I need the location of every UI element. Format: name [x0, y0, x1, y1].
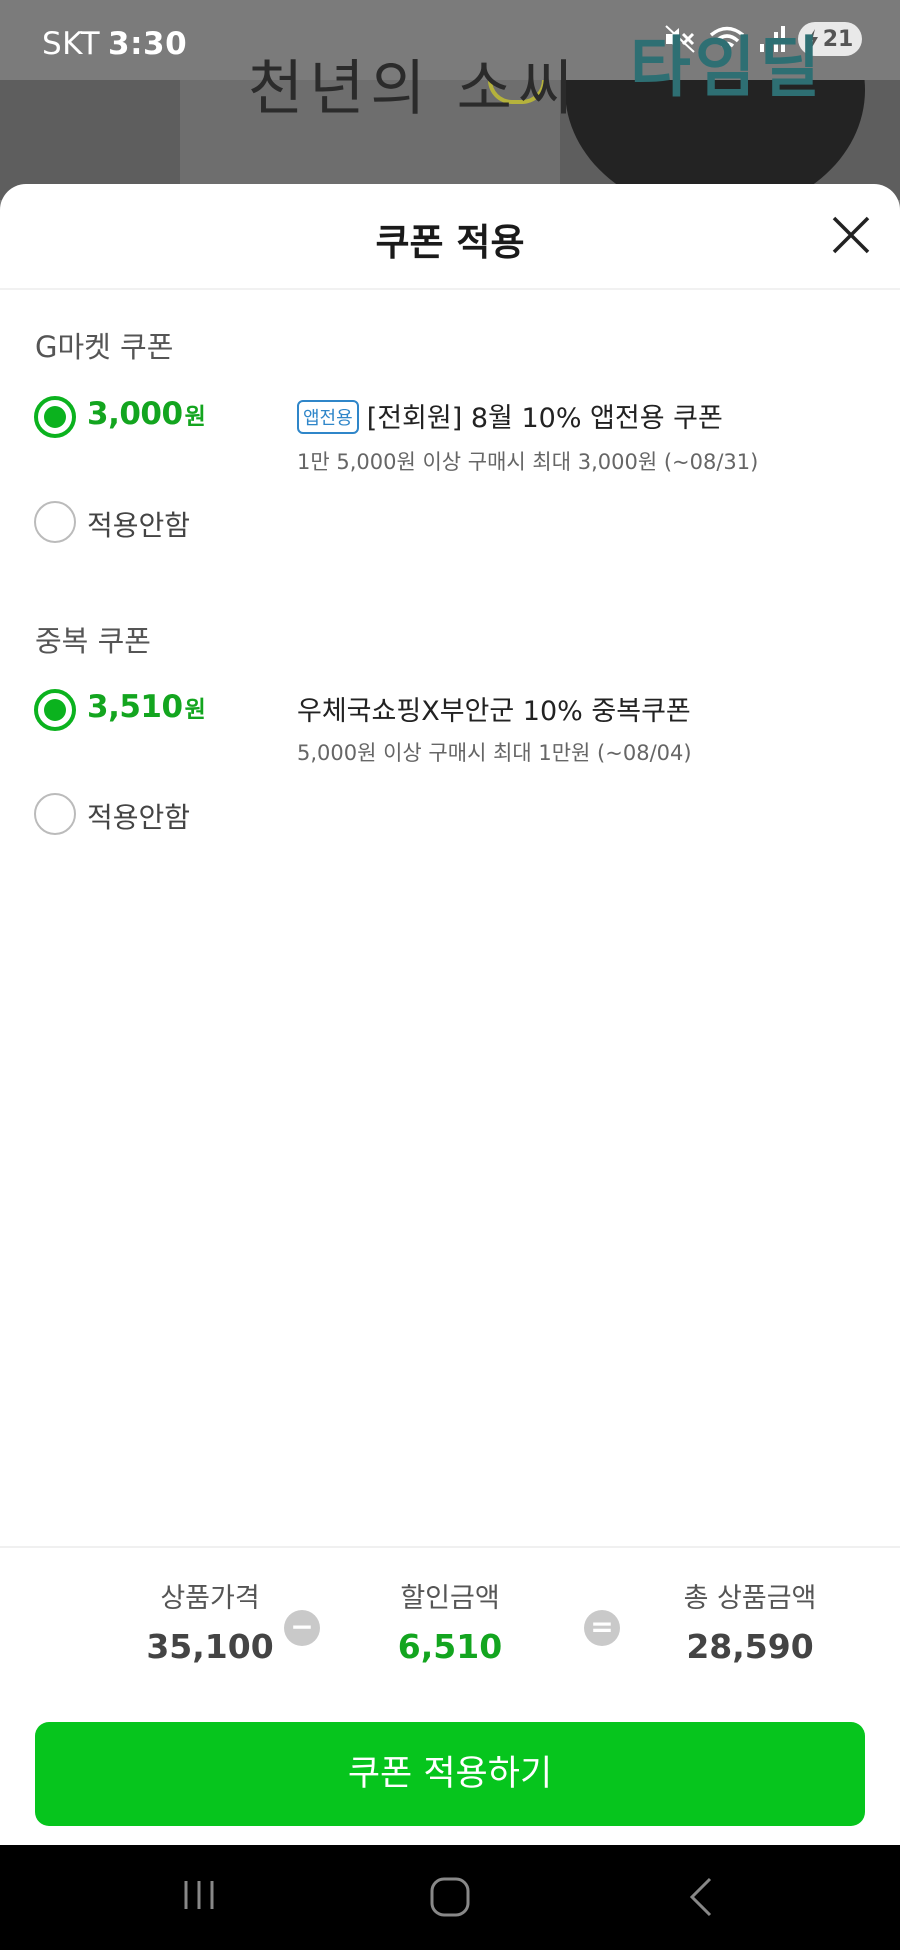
gmarket-coupon-radio-none[interactable]: [34, 501, 76, 543]
status-carrier: SKT 3:30: [42, 26, 187, 62]
summary-total: 총 상품금액 28,590: [630, 1576, 870, 1666]
background-timedeal-text: 타임딜: [630, 29, 825, 106]
close-icon: [832, 216, 870, 254]
duplicate-coupon-none-label[interactable]: 적용안함: [87, 796, 190, 836]
gmarket-coupon-section-title: G마켓 쿠폰: [35, 330, 174, 364]
minus-icon: −: [284, 1610, 320, 1646]
home-icon: [430, 1877, 470, 1917]
battery-level: 21: [822, 26, 854, 52]
gmarket-coupon-name: [전회원] 8월 10% 앱전용 쿠폰: [366, 403, 723, 434]
recent-apps-icon: [184, 1881, 214, 1909]
app-only-badge: 앱전용: [297, 400, 359, 434]
back-button[interactable]: [686, 1875, 716, 1923]
duplicate-coupon-title: 우체국쇼핑X부안군 10% 중복쿠폰: [297, 696, 691, 727]
gmarket-coupon-radio-selected[interactable]: [34, 396, 76, 438]
duplicate-coupon-amount[interactable]: 3,510원: [87, 689, 206, 725]
gmarket-coupon-amount-value: 3,000: [87, 396, 183, 432]
gmarket-coupon-none-label[interactable]: 적용안함: [87, 504, 190, 544]
duplicate-coupon-radio-none[interactable]: [34, 793, 76, 835]
discount-value: 6,510: [397, 1627, 503, 1666]
sheet-title: 쿠폰 적용: [375, 221, 525, 264]
total-value: 28,590: [686, 1627, 814, 1666]
back-icon: [689, 1877, 712, 1917]
duplicate-coupon-desc: 5,000원 이상 구매시 최대 1만원 (~08/04): [297, 741, 692, 765]
home-button[interactable]: [428, 1875, 472, 1923]
gmarket-coupon-title: 앱전용 [전회원] 8월 10% 앱전용 쿠폰: [297, 396, 723, 435]
discount-label: 할인금액: [400, 1583, 500, 1614]
equals-icon: =: [584, 1610, 620, 1646]
background-book-title: 천년의 소씨: [248, 54, 580, 124]
close-button[interactable]: [826, 210, 876, 260]
duplicate-coupon-section-title: 중복 쿠폰: [35, 624, 151, 658]
duplicate-coupon-amount-unit: 원: [184, 697, 206, 723]
summary-discount: 할인금액 6,510: [330, 1576, 570, 1666]
navigation-bar: [0, 1845, 900, 1950]
carrier-name: SKT: [42, 26, 101, 62]
total-label: 총 상품금액: [683, 1583, 817, 1614]
duplicate-coupon-amount-value: 3,510: [87, 689, 183, 725]
gmarket-coupon-desc: 1만 5,000원 이상 구매시 최대 3,000원 (~08/31): [297, 450, 759, 474]
sheet-header: 쿠폰 적용: [0, 184, 900, 290]
duplicate-coupon-radio-selected[interactable]: [34, 689, 76, 731]
recent-apps-button[interactable]: [180, 1875, 218, 1919]
status-time: 3:30: [108, 26, 188, 62]
gmarket-coupon-amount-unit: 원: [184, 404, 206, 430]
apply-coupon-button[interactable]: 쿠폰 적용하기: [35, 1722, 865, 1826]
gmarket-coupon-amount[interactable]: 3,000원: [87, 396, 206, 432]
